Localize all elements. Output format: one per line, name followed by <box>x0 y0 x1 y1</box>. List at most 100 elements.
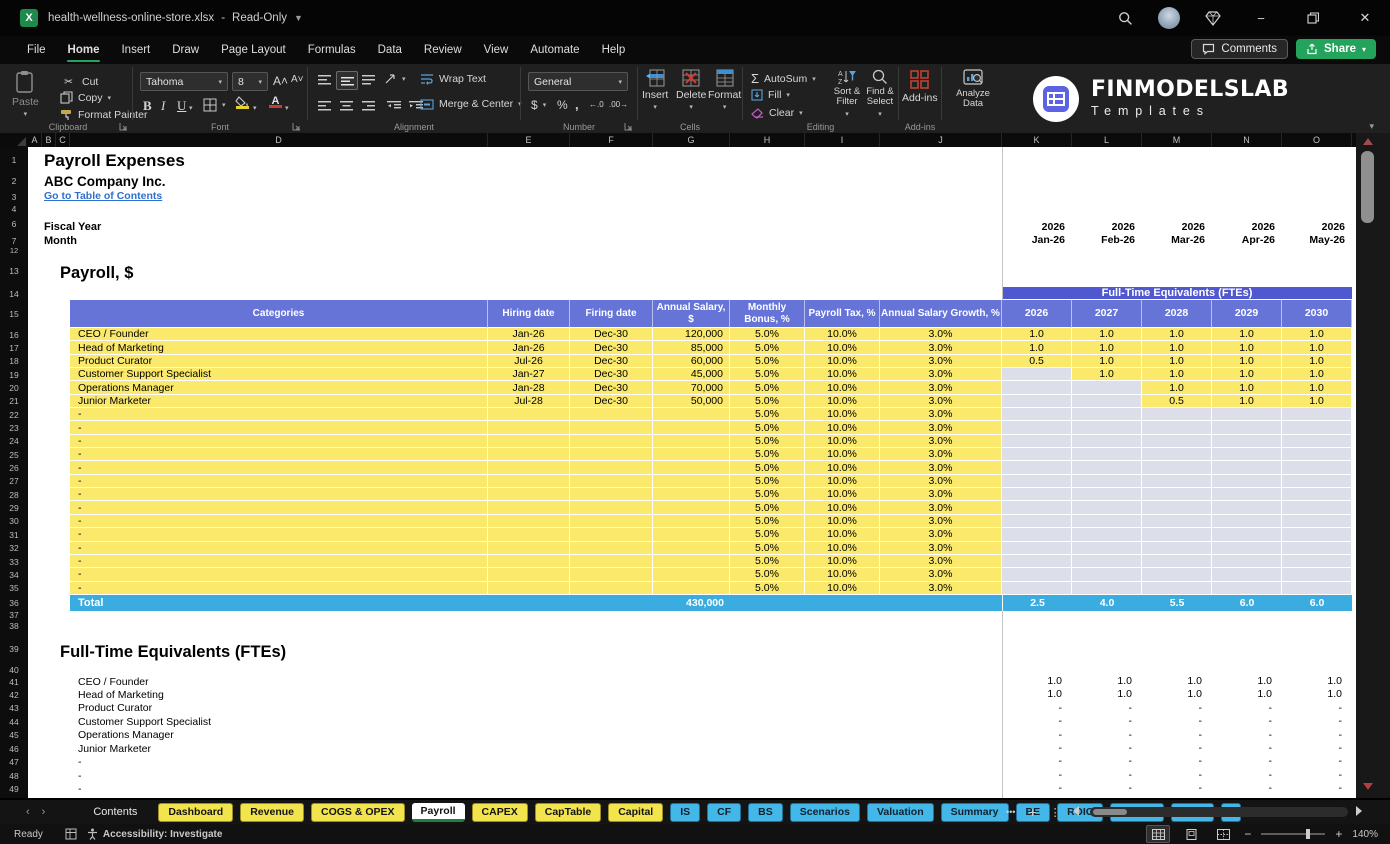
total-salary[interactable]: 430,000 <box>653 594 730 611</box>
cell-fte[interactable] <box>1212 461 1282 475</box>
row-header[interactable]: 33 <box>0 554 28 569</box>
table-header-cell[interactable]: Annual Salary, $ <box>653 300 730 328</box>
fte-category[interactable]: Head of Marketing <box>78 688 164 701</box>
fte-month-cell[interactable]: - <box>1002 782 1072 795</box>
row-header[interactable]: 24 <box>0 434 28 449</box>
column-header-B[interactable]: B <box>42 133 56 147</box>
row-header[interactable]: 28 <box>0 488 28 502</box>
fill-color-menu[interactable]: ▾ <box>253 104 257 112</box>
cell-category[interactable]: - <box>70 541 488 555</box>
cell-fte[interactable] <box>1072 568 1142 582</box>
cell-fte[interactable]: 1.0 <box>1282 341 1352 355</box>
cell-category[interactable]: - <box>70 581 488 595</box>
row-header[interactable]: 42 <box>0 688 28 702</box>
cell-monthly-bonus[interactable]: 5.0% <box>730 328 805 342</box>
fte-category[interactable]: Junior Marketer <box>78 742 151 755</box>
cell-fte[interactable] <box>1212 501 1282 515</box>
cell-fte[interactable] <box>1282 528 1352 542</box>
cell-fte[interactable] <box>1072 528 1142 542</box>
cell-fte[interactable] <box>1282 461 1352 475</box>
cell-fte[interactable] <box>1142 541 1212 555</box>
column-header-D[interactable]: D <box>70 133 488 147</box>
cell-hiring-date[interactable] <box>488 461 570 475</box>
cell-fte[interactable] <box>1212 514 1282 529</box>
cell-salary-growth[interactable]: 3.0% <box>880 408 1002 422</box>
cell-fte[interactable] <box>1002 421 1072 435</box>
row-header[interactable]: 48 <box>0 768 28 783</box>
cell-firing-date[interactable] <box>570 461 653 475</box>
sheet-tab-capital[interactable]: Capital <box>608 802 664 822</box>
cell-fte[interactable] <box>1142 408 1212 422</box>
fiscal-year-label[interactable]: Fiscal Year <box>44 221 101 233</box>
zoom-slider-thumb[interactable] <box>1306 829 1311 839</box>
align-top-button[interactable] <box>314 71 334 88</box>
column-header-J[interactable]: J <box>880 133 1002 147</box>
row-header[interactable]: 43 <box>0 701 28 716</box>
grow-font-button[interactable]: A˄ <box>273 74 288 88</box>
cell-fte[interactable] <box>1282 568 1352 582</box>
align-middle-button[interactable] <box>336 71 358 90</box>
cell-fte[interactable] <box>1002 528 1072 542</box>
fte-banner[interactable]: Full-Time Equivalents (FTEs) <box>1002 287 1352 300</box>
cell-monthly-bonus[interactable]: 5.0% <box>730 448 805 462</box>
excel-app-icon[interactable]: X <box>20 9 38 27</box>
cell-monthly-bonus[interactable]: 5.0% <box>730 554 805 569</box>
cell-fte[interactable]: 1.0 <box>1212 341 1282 355</box>
zoom-out-button[interactable]: − <box>1244 827 1251 841</box>
cell-hiring-date[interactable] <box>488 488 570 502</box>
cell-monthly-bonus[interactable]: 5.0% <box>730 341 805 355</box>
cell-firing-date[interactable] <box>570 554 653 569</box>
align-center-button[interactable] <box>336 97 356 114</box>
cell-annual-salary[interactable]: 45,000 <box>653 368 730 382</box>
zoom-level[interactable]: 140% <box>1352 829 1378 840</box>
cell-fte[interactable] <box>1212 541 1282 555</box>
cell-firing-date[interactable]: Dec-30 <box>570 394 653 409</box>
cell-fte[interactable] <box>1282 474 1352 489</box>
row-header[interactable]: 46 <box>0 742 28 756</box>
clipboard-dialog-launcher[interactable] <box>119 122 128 131</box>
cell-fte[interactable] <box>1072 514 1142 529</box>
currency-button[interactable]: $ ▾ <box>531 98 546 112</box>
cell-fte[interactable] <box>1002 581 1072 595</box>
cell-fte[interactable] <box>1142 501 1212 515</box>
cell-fte[interactable] <box>1282 541 1352 555</box>
increase-decimal-button[interactable]: ←.0 <box>589 100 604 109</box>
cell-fte[interactable]: 1.0 <box>1212 354 1282 369</box>
cell-fte[interactable]: 1.0 <box>1072 368 1142 382</box>
cell-firing-date[interactable] <box>570 528 653 542</box>
cell-firing-date[interactable]: Dec-30 <box>570 381 653 395</box>
cell-fte[interactable] <box>1282 488 1352 502</box>
cell-fte[interactable] <box>1282 554 1352 569</box>
table-header-cell[interactable]: Payroll Tax, % <box>805 300 880 328</box>
cell-fte[interactable] <box>1072 501 1142 515</box>
fte-month-cell[interactable]: - <box>1002 729 1072 742</box>
cell-fte[interactable]: 1.0 <box>1142 328 1212 342</box>
row-header[interactable]: 22 <box>0 408 28 422</box>
fte-month-cell[interactable]: - <box>1002 742 1072 755</box>
cell-fte[interactable] <box>1002 368 1072 382</box>
cell-fte[interactable] <box>1282 448 1352 462</box>
cell-monthly-bonus[interactable]: 5.0% <box>730 381 805 395</box>
cell-fte[interactable] <box>1212 408 1282 422</box>
cell-category[interactable]: - <box>70 434 488 449</box>
row-header[interactable]: 25 <box>0 448 28 462</box>
font-color-button[interactable]: A <box>269 96 282 108</box>
total-fte-cell[interactable]: 6.0 <box>1282 594 1352 611</box>
menu-item-file[interactable]: File <box>16 36 57 64</box>
cell-salary-growth[interactable]: 3.0% <box>880 354 1002 369</box>
cell-monthly-bonus[interactable]: 5.0% <box>730 368 805 382</box>
font-dialog-launcher[interactable] <box>292 122 301 131</box>
fte-month-cell[interactable]: - <box>1072 729 1142 742</box>
column-header-I[interactable]: I <box>805 133 880 147</box>
cell-annual-salary[interactable] <box>653 554 730 569</box>
addins-button[interactable]: Add-ins <box>902 70 938 104</box>
total-fte-cell[interactable]: 2.5 <box>1002 594 1072 611</box>
read-only-badge[interactable]: Read-Only <box>232 12 287 24</box>
cell-salary-growth[interactable]: 3.0% <box>880 394 1002 409</box>
cell-salary-growth[interactable]: 3.0% <box>880 554 1002 569</box>
cell-fte[interactable] <box>1212 474 1282 489</box>
cell-hiring-date[interactable] <box>488 501 570 515</box>
cell-fte[interactable] <box>1212 554 1282 569</box>
number-dialog-launcher[interactable] <box>624 122 633 131</box>
fte-month-cell[interactable]: - <box>1072 756 1142 769</box>
